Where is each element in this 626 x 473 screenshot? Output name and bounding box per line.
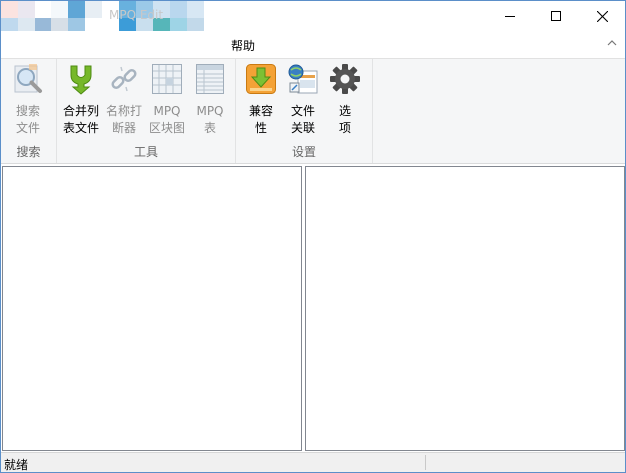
minimize-icon [505,16,515,17]
block-map-icon [152,64,182,94]
title-bar[interactable]: MPQ Edit [1,1,625,52]
mpq-table-label: MPQ 表 [196,104,224,135]
magnifier-icon [14,64,42,93]
maximize-button[interactable] [533,1,579,31]
mpq-table-button[interactable]: MPQ 表 [189,63,231,139]
search-files-button[interactable]: 搜索 文件 [8,63,48,139]
status-bar: 就绪 [1,452,625,472]
ribbon-group-tools: 合并列 表文件 名称打 断器 MPQ 区块图 MPQ 表 工具 [57,59,236,163]
table-icon [196,64,224,94]
merge-listfiles-button[interactable]: 合并列 表文件 [60,63,102,139]
search-files-label: 搜索 文件 [15,104,40,135]
download-box-icon [246,64,276,94]
ribbon-tab-bar: 帮助 [1,31,625,58]
file-association-icon [288,64,318,94]
mpq-block-map-button[interactable]: MPQ 区块图 [146,63,188,139]
group-label-tools: 工具 [133,145,158,159]
minimize-button[interactable] [487,1,533,31]
app-window: MPQ Edit 帮助 搜索 文件 搜索 合并列 表文件 名称打 断器 MPQ … [0,0,626,473]
maximize-icon [551,11,561,21]
options-button[interactable]: 选 项 [324,63,366,139]
file-list-pane[interactable] [305,166,625,451]
ribbon: 搜索 文件 搜索 合并列 表文件 名称打 断器 MPQ 区块图 MPQ 表 工具… [1,58,625,164]
window-title: MPQ Edit [109,8,164,22]
group-label-search: 搜索 [16,145,41,159]
status-separator [425,455,426,470]
compatibility-label: 兼容 性 [248,104,273,135]
file-association-label: 文件 关联 [290,104,315,135]
name-breaker-label: 名称打 断器 [105,104,142,135]
options-label: 选 项 [338,104,351,135]
gear-icon [330,64,360,94]
ribbon-group-search: 搜索 文件 搜索 [1,59,57,163]
merge-listfiles-label: 合并列 表文件 [62,104,99,135]
tab-help[interactable]: 帮助 [231,37,255,54]
window-controls [487,1,625,31]
status-text: 就绪 [4,458,29,472]
broken-chain-icon [111,66,137,92]
mpq-block-map-label: MPQ 区块图 [148,104,185,135]
merge-arrow-icon [70,65,92,95]
ribbon-group-settings: 兼容 性 文件 关联 选 项 设置 [236,59,373,163]
chevron-up-icon[interactable] [607,39,617,46]
tree-pane[interactable] [2,166,302,451]
group-label-settings: 设置 [291,145,316,159]
name-breaker-button[interactable]: 名称打 断器 [103,63,145,139]
close-icon [596,10,608,22]
file-association-button[interactable]: 文件 关联 [282,63,324,139]
close-button[interactable] [579,1,625,31]
compatibility-button[interactable]: 兼容 性 [240,63,282,139]
